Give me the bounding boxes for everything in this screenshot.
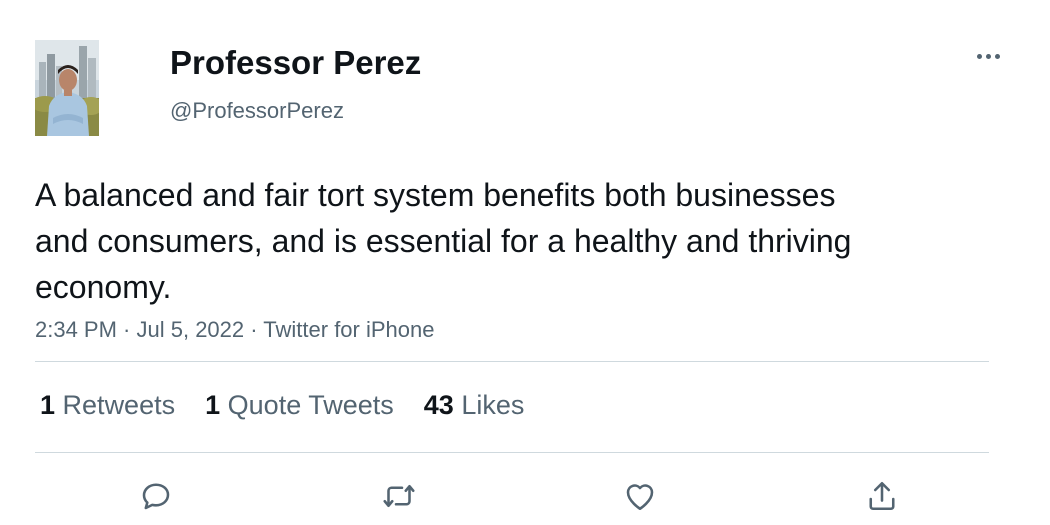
reply-icon bbox=[142, 483, 170, 510]
author-display-name[interactable]: Professor Perez bbox=[170, 44, 421, 82]
tweet-metadata: 2:34 PM · Jul 5, 2022 · Twitter for iPho… bbox=[35, 315, 434, 345]
share-button[interactable] bbox=[858, 472, 906, 520]
meta-separator: · bbox=[116, 317, 137, 342]
tweet-date[interactable]: Jul 5, 2022 bbox=[137, 317, 245, 342]
likes-stat[interactable]: 43 Likes bbox=[424, 388, 525, 422]
quote-tweets-stat[interactable]: 1 Quote Tweets bbox=[205, 388, 394, 422]
retweets-count: 1 bbox=[40, 390, 56, 420]
tweet-actions-bar bbox=[0, 472, 1050, 520]
more-options-button[interactable] bbox=[972, 44, 1004, 68]
tweet-text: A balanced and fair tort system benefits… bbox=[35, 177, 852, 305]
quote-tweets-label: Quote Tweets bbox=[227, 390, 394, 420]
likes-count: 43 bbox=[423, 390, 454, 420]
divider bbox=[35, 361, 989, 362]
divider bbox=[35, 452, 989, 453]
like-button[interactable] bbox=[616, 472, 664, 520]
retweets-label: Retweets bbox=[62, 390, 176, 420]
retweet-icon bbox=[383, 484, 415, 508]
likes-label: Likes bbox=[461, 390, 525, 420]
author-handle[interactable]: @ProfessorPerez bbox=[170, 97, 344, 125]
more-horizontal-icon bbox=[976, 53, 982, 59]
retweets-stat[interactable]: 1 Retweets bbox=[40, 388, 175, 422]
tweet-stats: 1 Retweets 1 Quote Tweets 43 Likes bbox=[40, 388, 524, 422]
quote-tweets-count: 1 bbox=[205, 390, 221, 420]
meta-separator: · bbox=[244, 317, 264, 342]
retweet-button[interactable] bbox=[375, 472, 423, 520]
share-icon bbox=[869, 481, 895, 511]
avatar-photo bbox=[35, 40, 99, 136]
reply-button[interactable] bbox=[132, 472, 180, 520]
avatar[interactable] bbox=[35, 40, 99, 136]
tweet-source[interactable]: Twitter for iPhone bbox=[263, 317, 434, 342]
heart-icon bbox=[626, 484, 654, 511]
more-horizontal-icon bbox=[985, 53, 991, 59]
tweet-time[interactable]: 2:34 PM bbox=[35, 317, 117, 342]
more-horizontal-icon bbox=[994, 53, 1000, 59]
